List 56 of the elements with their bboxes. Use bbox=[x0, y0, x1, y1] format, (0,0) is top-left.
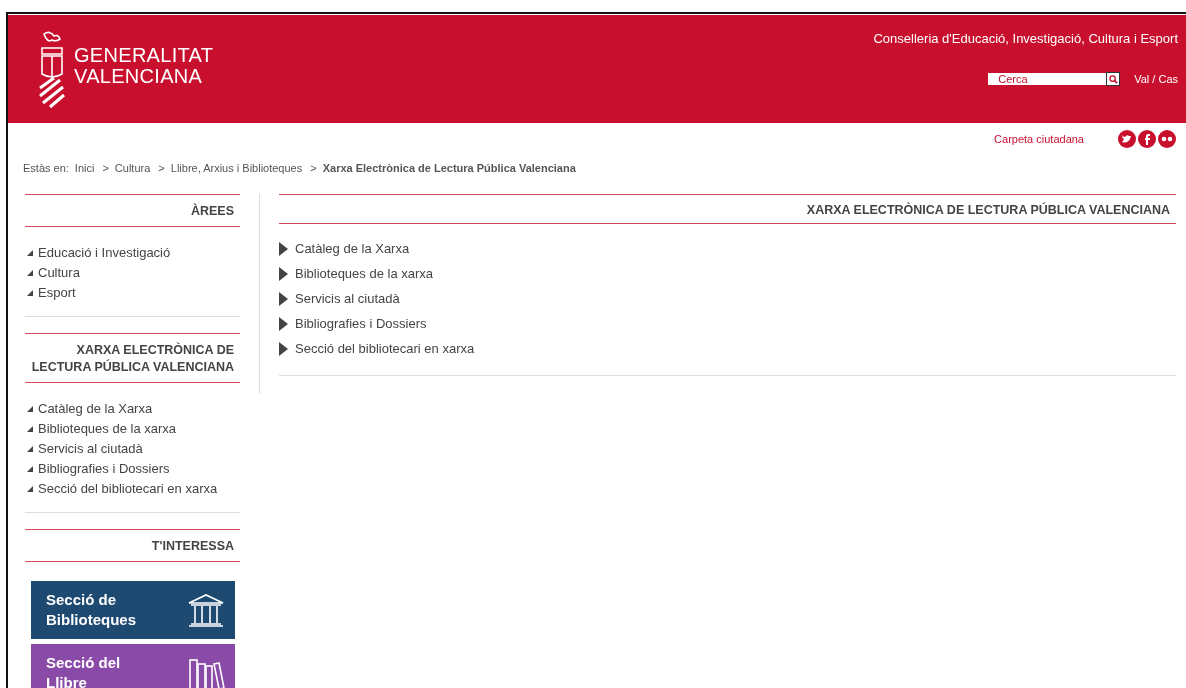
triangle-icon bbox=[27, 426, 33, 432]
banner-link[interactable]: Secció del Llibre bbox=[31, 644, 235, 688]
breadcrumb-current: Xarxa Electrònica de Lectura Pública Valenciana bbox=[322, 162, 576, 174]
banner-title: Secció de Biblioteques bbox=[46, 590, 136, 630]
sidebar-link[interactable]: Educació i Investigació bbox=[38, 243, 171, 263]
page-title: XARXA ELECTRÒNICA DE LECTURA PÚBLICA VALENCIANA bbox=[806, 203, 1170, 217]
content-link[interactable]: Catàleg de la Xarxa bbox=[295, 236, 410, 261]
triangle-icon bbox=[27, 486, 33, 492]
department-name: Conselleria d'Educació, Investigació, Cultura i Esport bbox=[873, 31, 1178, 46]
triangle-icon bbox=[27, 406, 33, 412]
breadcrumb-link[interactable]: Inici bbox=[74, 162, 95, 174]
logo-text: GENERALITAT bbox=[74, 45, 214, 66]
coat-of-arms-logo[interactable] bbox=[36, 30, 66, 110]
language-switch-link[interactable]: Val / Cas bbox=[1134, 73, 1178, 85]
sidebar-link[interactable]: Cultura bbox=[38, 263, 80, 283]
section-heading: ÀREES bbox=[190, 204, 234, 218]
banner-link[interactable]: Secció de Biblioteques bbox=[31, 581, 235, 639]
content-link[interactable]: Servicis al ciutadà bbox=[295, 286, 400, 311]
breadcrumb-link[interactable]: Llibre, Arxius i Biblioteques bbox=[170, 162, 303, 174]
sidebar-link[interactable]: Bibliografies i Dossiers bbox=[38, 459, 170, 479]
breadcrumb-label: Estàs en: bbox=[23, 162, 69, 174]
sidebar-link[interactable]: Servicis al ciutadà bbox=[38, 439, 143, 459]
citizen-folder-link[interactable]: Carpeta ciutadana bbox=[994, 133, 1084, 145]
play-arrow-icon bbox=[279, 316, 288, 331]
content-link[interactable]: Bibliografies i Dossiers bbox=[295, 311, 427, 336]
breadcrumb-link[interactable]: Cultura bbox=[114, 162, 151, 174]
triangle-icon bbox=[27, 290, 33, 296]
facebook-icon[interactable] bbox=[1138, 130, 1156, 148]
search-button[interactable] bbox=[1106, 72, 1121, 86]
books-icon bbox=[187, 656, 225, 688]
building-icon bbox=[187, 593, 225, 627]
search-icon bbox=[1108, 74, 1118, 84]
sidebar-link[interactable]: Secció del bibliotecari en xarxa bbox=[38, 479, 218, 499]
content-link[interactable]: Biblioteques de la xarxa bbox=[295, 261, 434, 286]
twitter-icon[interactable] bbox=[1118, 130, 1136, 148]
triangle-icon bbox=[27, 250, 33, 256]
logo-text: VALENCIANA bbox=[74, 66, 204, 87]
section-heading: XARXA ELECTRÒNICA DE LECTURA PÚBLICA VALENCIANA bbox=[31, 343, 234, 374]
search-field[interactable]: Cerca bbox=[988, 73, 1107, 85]
flickr-icon[interactable] bbox=[1158, 130, 1176, 148]
triangle-icon bbox=[27, 446, 33, 452]
sidebar-link[interactable]: Biblioteques de la xarxa bbox=[38, 419, 177, 439]
triangle-icon bbox=[27, 270, 33, 276]
play-arrow-icon bbox=[279, 291, 288, 306]
content-link[interactable]: Secció del bibliotecari en xarxa bbox=[295, 336, 475, 361]
breadcrumb-separator: > bbox=[310, 162, 317, 174]
breadcrumb-separator: > bbox=[102, 162, 109, 174]
breadcrumb-separator: > bbox=[158, 162, 165, 174]
banner-title: Secció del Llibre bbox=[46, 653, 121, 688]
triangle-icon bbox=[27, 466, 33, 472]
play-arrow-icon bbox=[279, 341, 288, 356]
sidebar-link[interactable]: Esport bbox=[38, 283, 76, 303]
section-heading: T'INTERESSA bbox=[151, 539, 234, 553]
play-arrow-icon bbox=[279, 266, 288, 281]
sidebar-link[interactable]: Catàleg de la Xarxa bbox=[38, 399, 153, 419]
play-arrow-icon bbox=[279, 241, 288, 256]
